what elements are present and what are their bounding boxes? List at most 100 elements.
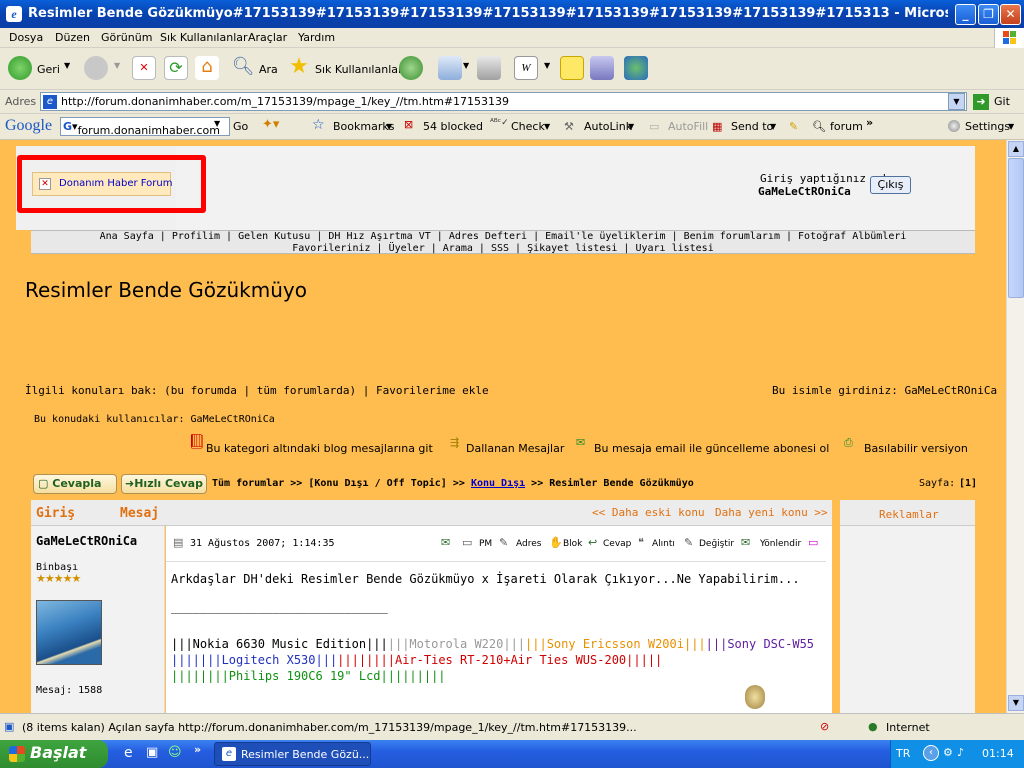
forward-action[interactable]: Yönlendir [760, 539, 801, 549]
avatar[interactable] [36, 600, 102, 665]
nav-link[interactable]: Profilim [172, 231, 220, 242]
nav-link[interactable]: Benim forumlarım [684, 231, 780, 242]
taskbar-window-title[interactable]: Resimler Bende Gözü... [241, 748, 369, 761]
nav-link[interactable]: Email'le üyeliklerim [545, 231, 665, 242]
popup-blocker-icon[interactable]: ⊠ [404, 118, 413, 131]
tray-collapse-icon[interactable]: ‹ [923, 745, 939, 761]
reply-label[interactable]: Cevapla [52, 477, 101, 490]
edit-action[interactable]: Değiştir [699, 539, 734, 549]
quick-reply-label[interactable]: Hızlı Cevap [134, 477, 203, 490]
word-edit-icon[interactable]: W [514, 56, 538, 80]
mail-dropdown-icon[interactable]: ▼ [463, 61, 469, 70]
block-action[interactable]: Blok [563, 539, 582, 549]
menu-view[interactable]: Görünüm [101, 31, 152, 44]
logo-alt-text[interactable]: Donanım Haber Forum [59, 178, 172, 189]
maximize-button[interactable]: ❐ [978, 4, 999, 25]
google-options-icon[interactable]: ✦▾ [262, 117, 279, 132]
newer-topic-link[interactable]: Daha yeni konu >> [715, 506, 828, 519]
nav-link[interactable]: Gelen Kutusu [238, 231, 310, 242]
close-button[interactable]: ✕ [1000, 4, 1021, 25]
settings-button[interactable]: Settings [965, 120, 1010, 133]
title-bar[interactable]: e Resimler Bende Gözükmüyo#17153139#1715… [0, 0, 1024, 28]
go-button[interactable]: Git [994, 95, 1010, 108]
sendto-icon[interactable]: ▦ [712, 120, 722, 133]
mail-icon[interactable] [438, 56, 462, 80]
clock[interactable]: 01:14 [982, 747, 1014, 760]
reply-button[interactable]: ▢ Cevapla [33, 474, 117, 494]
forum-search-icon[interactable]: 🔍︎ [812, 120, 826, 133]
forum-search-button[interactable]: forum [830, 120, 863, 133]
spellcheck-icon[interactable]: ᴬᴮᶜ✓ [490, 118, 509, 128]
forward-dropdown-icon[interactable]: ▼ [114, 61, 120, 70]
home-icon[interactable]: ⌂ [195, 56, 219, 80]
print-version-link[interactable]: Basılabilir versiyon [864, 442, 968, 455]
bookmark-star-icon[interactable]: ☆ [312, 117, 325, 133]
email-subscribe-link[interactable]: Bu mesaja email ile güncelleme abonesi o… [594, 442, 829, 455]
nav-link[interactable]: Favorileriniz [292, 243, 370, 254]
nav-link[interactable]: Üyeler [389, 243, 425, 254]
autolink-dropdown-icon[interactable]: ▼ [628, 122, 634, 131]
check-button[interactable]: Check [511, 120, 545, 133]
breadcrumb-all-forums[interactable]: Tüm forumlar [212, 478, 284, 489]
stop-icon[interactable]: ✕ [132, 56, 156, 80]
start-button[interactable]: Başlat [0, 740, 108, 768]
quicklaunch-ie-icon[interactable]: e [124, 745, 133, 761]
menu-file[interactable]: Dosya [9, 31, 43, 44]
nav-link[interactable]: Uyarı listesi [635, 243, 713, 254]
quicklaunch-messenger-icon[interactable]: ☺ [168, 745, 182, 760]
quick-reply-button[interactable]: ➜Hızlı Cevap [121, 474, 207, 494]
vertical-scrollbar[interactable]: ▲ ▼ [1006, 140, 1024, 713]
logout-button[interactable]: Çıkış [870, 176, 911, 194]
start-label[interactable]: Başlat [30, 743, 86, 762]
nav-link[interactable]: Ana Sayfa [100, 231, 154, 242]
post-author[interactable]: GaMeLeCtROniCa [36, 534, 137, 548]
history-icon[interactable] [399, 56, 423, 80]
favorites-star-icon[interactable]: ★ [287, 56, 311, 80]
settings-dropdown-icon[interactable]: ▼ [1008, 122, 1014, 131]
pages-value[interactable]: [1] [959, 478, 977, 489]
edit-dropdown-icon[interactable]: ▼ [544, 61, 550, 70]
menu-edit[interactable]: Düzen [55, 31, 90, 44]
language-indicator[interactable]: TR [896, 747, 910, 760]
back-arrow-icon[interactable] [8, 56, 32, 80]
email-post-icon[interactable]: ✉ [441, 536, 450, 549]
menu-tools[interactable]: Araçlar [248, 31, 287, 44]
search-label[interactable]: Ara [259, 63, 278, 76]
back-dropdown-icon[interactable]: ▼ [64, 61, 70, 70]
taskbar-ie-window[interactable]: e Resimler Bende Gözü... [214, 742, 371, 766]
scroll-down-icon[interactable]: ▼ [1008, 695, 1024, 711]
autolink-icon[interactable]: ⚒ [564, 120, 574, 133]
favorites-label[interactable]: Sık Kullanılanlar [315, 63, 403, 76]
bookmarks-dropdown-icon[interactable]: ▼ [386, 122, 392, 131]
highlighter-icon[interactable]: ✎ [789, 120, 798, 133]
tray-volume-icon[interactable]: ♪ [957, 746, 964, 759]
breadcrumb-subforum[interactable]: Konu Dışı [471, 478, 525, 489]
reply-action[interactable]: Cevap [603, 539, 631, 549]
nav-link[interactable]: Adres Defteri [449, 231, 527, 242]
address-url[interactable]: http://forum.donanimhaber.com/m_17153139… [61, 95, 509, 108]
refresh-icon[interactable]: ⟳ [164, 56, 188, 80]
menu-help[interactable]: Yardım [298, 31, 335, 44]
menu-favorites[interactable]: Sık Kullanılanlar [160, 31, 248, 44]
minimize-button[interactable]: _ [955, 4, 976, 25]
autolink-button[interactable]: AutoLink [584, 120, 632, 133]
google-query-text[interactable]: forum.donanimhaber.com [78, 124, 220, 137]
google-logo[interactable]: Google [5, 117, 52, 135]
nav-link[interactable]: Arama [443, 243, 473, 254]
check-dropdown-icon[interactable]: ▼ [544, 122, 550, 131]
branch-link[interactable]: Dallanan Mesajlar [466, 442, 564, 455]
google-input-dropdown-icon[interactable]: ▼ [214, 119, 220, 128]
research-icon[interactable] [590, 56, 614, 80]
quote-action[interactable]: Alıntı [652, 539, 675, 549]
edit-icon[interactable]: ✎ [684, 536, 693, 549]
google-search-input[interactable]: G▾ forum.donanimhaber.com [60, 117, 230, 137]
nav-link[interactable]: SSS [491, 243, 509, 254]
messenger-icon[interactable] [624, 56, 648, 80]
scroll-up-icon[interactable]: ▲ [1008, 141, 1024, 157]
sendto-button[interactable]: Send to [731, 120, 773, 133]
nav-link[interactable]: Şikayet listesi [527, 243, 617, 254]
blog-link[interactable]: Bu kategori altındaki blog mesajlarına g… [206, 442, 433, 455]
scroll-thumb[interactable] [1008, 158, 1024, 298]
note-icon[interactable] [560, 56, 584, 80]
pm-action[interactable]: PM [479, 539, 492, 549]
